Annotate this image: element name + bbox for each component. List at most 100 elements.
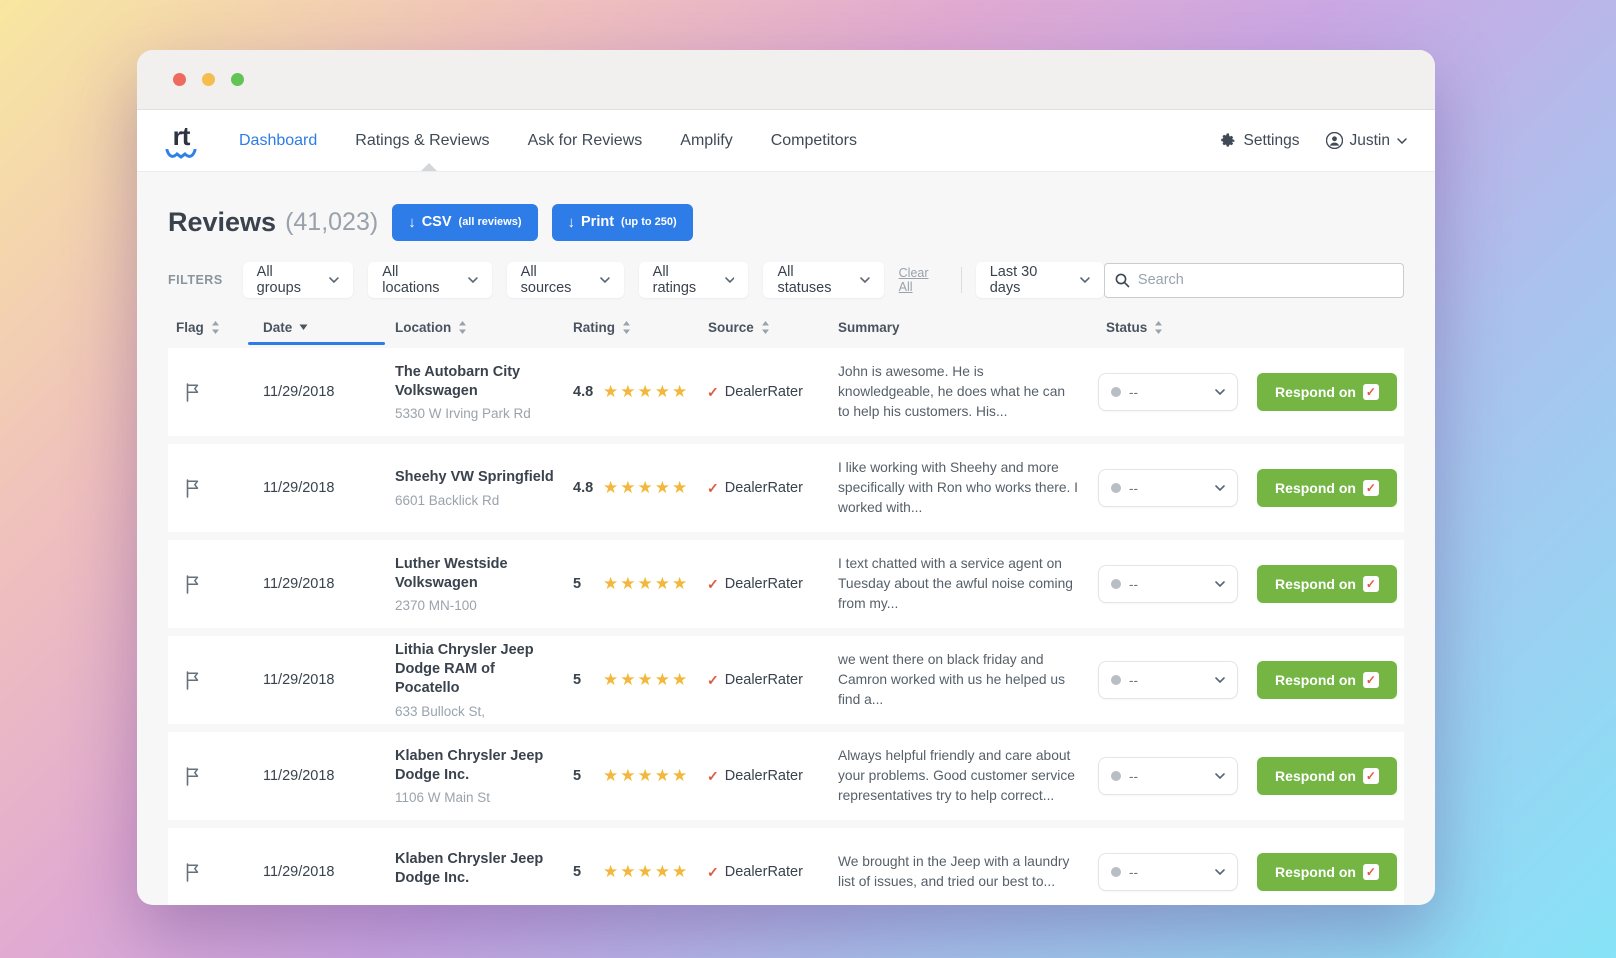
status-dropdown[interactable]: -- <box>1098 565 1238 603</box>
respond-button[interactable]: Respond on ✓ <box>1257 853 1397 891</box>
flag-cell[interactable] <box>168 671 248 690</box>
status-value: -- <box>1129 385 1207 400</box>
flag-cell[interactable] <box>168 863 248 882</box>
zoom-window-button[interactable] <box>231 73 244 86</box>
reviews-count: (41,023) <box>285 208 378 237</box>
sort-icon <box>622 321 631 334</box>
flag-cell[interactable] <box>168 383 248 402</box>
column-header-rating[interactable]: Rating <box>565 320 700 335</box>
location-name[interactable]: Sheehy VW Springfield <box>395 468 555 487</box>
location-address: 1106 W Main St <box>395 790 555 805</box>
review-date: 11/29/2018 <box>248 768 385 784</box>
source-cell: ✓ DealerRater <box>700 672 830 689</box>
settings-button[interactable]: Settings <box>1220 132 1299 150</box>
status-dropdown[interactable]: -- <box>1098 373 1238 411</box>
flag-icon <box>184 767 201 786</box>
column-header-source[interactable]: Source <box>700 320 830 335</box>
download-icon: ↓ <box>408 214 416 231</box>
review-summary[interactable]: John is awesome. He is knowledgeable, he… <box>830 362 1098 422</box>
filter-all-statuses[interactable]: All statuses <box>763 262 883 298</box>
filter-all-sources[interactable]: All sources <box>507 262 624 298</box>
source-check-icon: ✓ <box>707 576 719 593</box>
review-summary[interactable]: I like working with Sheehy and more spec… <box>830 458 1098 518</box>
clear-all-link[interactable]: Clear All <box>899 266 945 294</box>
reviewtrackers-logo[interactable]: rt <box>165 123 197 159</box>
column-label: Status <box>1106 320 1147 335</box>
location-name[interactable]: Lithia Chrysler Jeep Dodge RAM of Pocate… <box>395 641 555 698</box>
date-range-filter[interactable]: Last 30 days <box>976 262 1104 298</box>
respond-button[interactable]: Respond on ✓ <box>1257 469 1397 507</box>
user-menu[interactable]: Justin <box>1326 132 1408 150</box>
nav-item-amplify[interactable]: Amplify <box>680 132 732 150</box>
status-dropdown[interactable]: -- <box>1098 757 1238 795</box>
location-cell: Luther Westside Volkswagen 2370 MN-100 <box>385 555 565 614</box>
nav-item-dashboard[interactable]: Dashboard <box>239 132 317 150</box>
rating-cell: 4.8 ★★★★★ <box>565 382 700 402</box>
filter-label: All locations <box>382 264 458 296</box>
column-header-summary: Summary <box>830 320 1098 335</box>
star-rating: ★★★★★ <box>603 670 689 690</box>
respond-cell: Respond on ✓ <box>1248 853 1404 891</box>
status-dropdown[interactable]: -- <box>1098 853 1238 891</box>
column-header-location[interactable]: Location <box>385 320 565 335</box>
nav-item-competitors[interactable]: Competitors <box>771 132 857 150</box>
nav-item-ratings-reviews[interactable]: Ratings & Reviews <box>355 132 489 150</box>
status-dropdown[interactable]: -- <box>1098 661 1238 699</box>
review-summary[interactable]: we went there on black friday and Camron… <box>830 650 1098 710</box>
filter-all-locations[interactable]: All locations <box>368 262 491 298</box>
location-name[interactable]: Luther Westside Volkswagen <box>395 555 555 593</box>
source-name: DealerRater <box>725 768 803 784</box>
column-header-date[interactable]: Date <box>248 320 385 335</box>
status-cell: -- <box>1098 469 1248 507</box>
review-summary[interactable]: Always helpful friendly and care about y… <box>830 746 1098 806</box>
respond-button[interactable]: Respond on ✓ <box>1257 757 1397 795</box>
sorted-column-indicator <box>248 342 385 345</box>
column-header-flag[interactable]: Flag <box>168 320 248 335</box>
review-row: 11/29/2018 The Autobarn City Volkswagen … <box>168 348 1404 436</box>
status-value: -- <box>1129 673 1207 688</box>
status-dot-icon <box>1111 771 1121 781</box>
filter-label: All groups <box>257 264 321 296</box>
location-name[interactable]: The Autobarn City Volkswagen <box>395 363 555 401</box>
review-summary[interactable]: I text chatted with a service agent on T… <box>830 554 1098 614</box>
rating-value: 5 <box>573 864 597 880</box>
status-dropdown[interactable]: -- <box>1098 469 1238 507</box>
review-date: 11/29/2018 <box>248 480 385 496</box>
minimize-window-button[interactable] <box>202 73 215 86</box>
print-button[interactable]: ↓ Print (up to 250) <box>552 204 693 241</box>
filters-label: FILTERS <box>168 273 223 287</box>
respond-button[interactable]: Respond on ✓ <box>1257 661 1397 699</box>
source-name: DealerRater <box>725 480 803 496</box>
source-name: DealerRater <box>725 576 803 592</box>
close-window-button[interactable] <box>173 73 186 86</box>
logo-text: rt <box>173 123 190 149</box>
respond-button[interactable]: Respond on ✓ <box>1257 565 1397 603</box>
column-header-status[interactable]: Status <box>1098 320 1248 335</box>
location-cell: The Autobarn City Volkswagen 5330 W Irvi… <box>385 363 565 422</box>
respond-button[interactable]: Respond on ✓ <box>1257 373 1397 411</box>
respond-cell: Respond on ✓ <box>1248 757 1404 795</box>
location-name[interactable]: Klaben Chrysler Jeep Dodge Inc. <box>395 747 555 785</box>
respond-button-label: Respond on <box>1275 864 1356 880</box>
chevron-down-icon <box>860 277 870 283</box>
source-name: DealerRater <box>725 672 803 688</box>
status-cell: -- <box>1098 853 1248 891</box>
logo-wave-icon <box>165 149 197 159</box>
location-name[interactable]: Klaben Chrysler Jeep Dodge Inc. <box>395 850 555 888</box>
nav-item-ask-for-reviews[interactable]: Ask for Reviews <box>528 132 643 150</box>
flag-cell[interactable] <box>168 575 248 594</box>
column-label: Source <box>708 320 754 335</box>
filter-all-ratings[interactable]: All ratings <box>639 262 749 298</box>
flag-cell[interactable] <box>168 767 248 786</box>
sort-desc-icon <box>299 324 308 330</box>
export-csv-button[interactable]: ↓ CSV (all reviews) <box>392 204 537 241</box>
star-rating: ★★★★★ <box>603 862 689 882</box>
status-value: -- <box>1129 865 1207 880</box>
sort-icon <box>458 321 467 334</box>
respond-button-label: Respond on <box>1275 576 1356 592</box>
flag-cell[interactable] <box>168 479 248 498</box>
search-input[interactable] <box>1138 272 1393 288</box>
review-summary[interactable]: We brought in the Jeep with a laundry li… <box>830 852 1098 892</box>
filter-all-groups[interactable]: All groups <box>243 262 354 298</box>
print-button-note: (up to 250) <box>621 216 677 228</box>
